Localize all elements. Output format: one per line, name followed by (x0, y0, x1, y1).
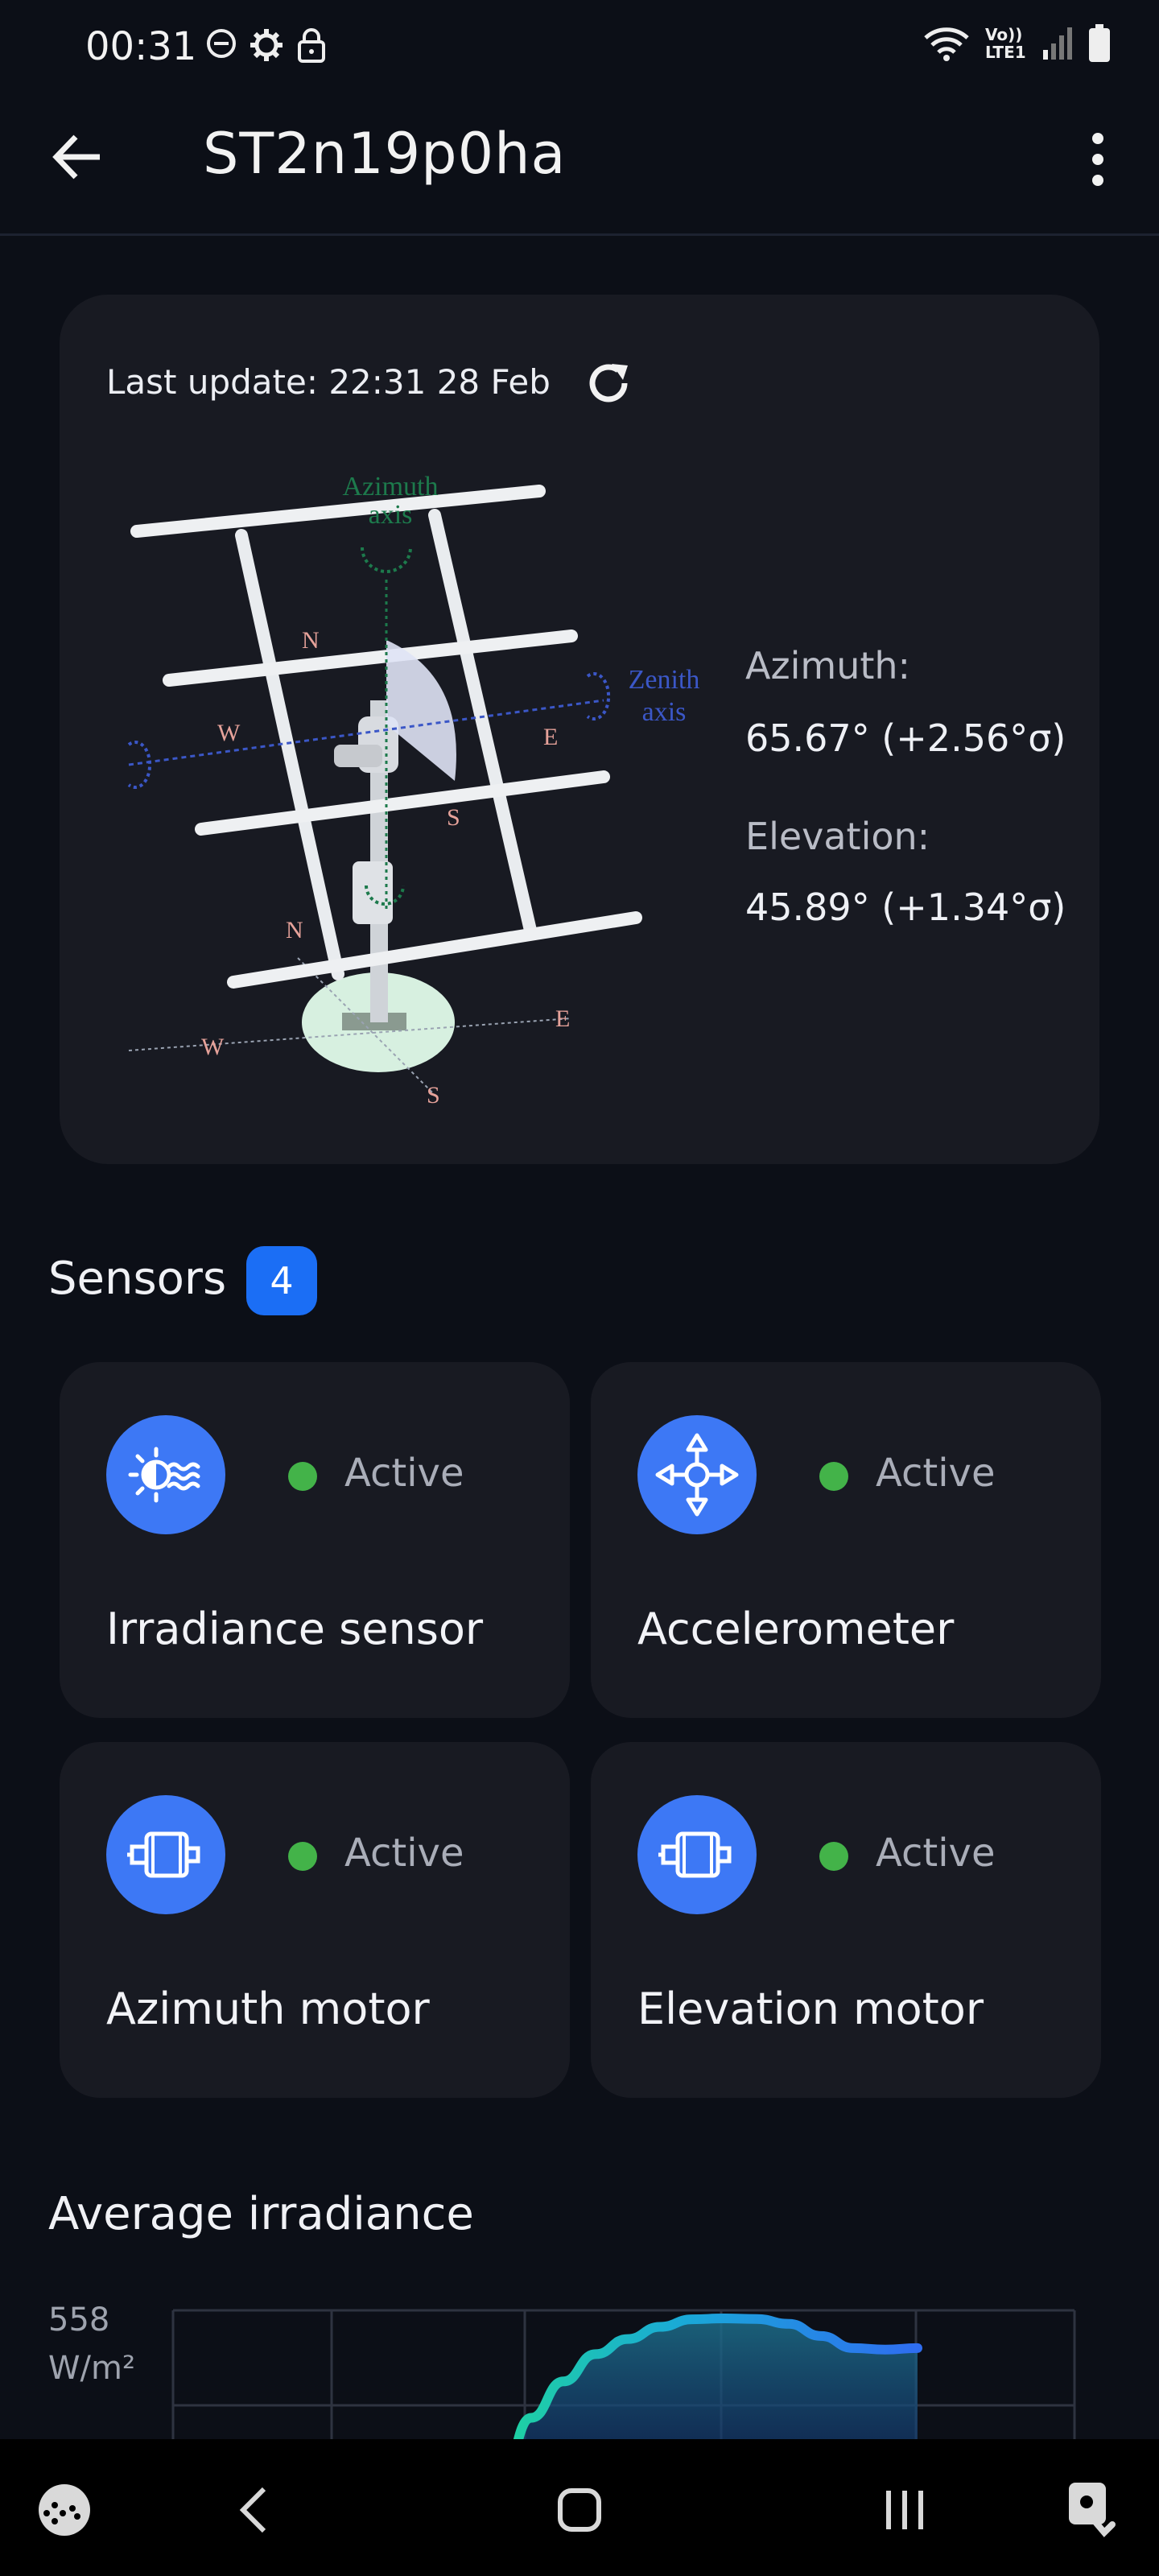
irradiance-title: Average irradiance (48, 2188, 474, 2240)
status-dot (288, 1462, 317, 1491)
status-icons-left (205, 27, 328, 63)
elevation-label: Elevation: (745, 815, 930, 858)
y-tick-unit: W/m² (48, 2350, 135, 2387)
nav-home-icon[interactable] (555, 2484, 604, 2536)
sensors-title: Sensors (48, 1253, 227, 1305)
status-time: 00:31 (85, 24, 197, 69)
back-arrow-icon[interactable] (50, 129, 106, 185)
irradiance-chart: 558 W/m² (48, 2301, 1076, 2439)
nav-recents-icon[interactable] (881, 2484, 929, 2536)
motor-icon (637, 1795, 757, 1914)
status-dot (819, 1462, 848, 1491)
lock-icon (298, 28, 325, 63)
motor-icon (106, 1795, 225, 1914)
azimuth-axis-label: Azimuth (343, 472, 439, 502)
more-options-icon[interactable] (1082, 129, 1114, 193)
zenith-axis-label-2: axis (642, 697, 687, 727)
zenith-axis-label: Zenith (629, 665, 700, 695)
sensor-card-irradiance[interactable]: Active Irradiance sensor (60, 1362, 570, 1718)
azimuth-axis-label-2: axis (369, 500, 413, 530)
azimuth-label: Azimuth: (745, 644, 911, 687)
network-label: Vo)) LTE1 (985, 25, 1026, 62)
y-tick-value: 558 (48, 2301, 109, 2339)
tracker-diagram: Azimuth axis Zenith axis N W E S N W E S (127, 472, 700, 1108)
compass-n-top: N (302, 627, 320, 654)
page-title: ST2n19p0ha (203, 121, 567, 187)
compass-n-bottom: N (286, 917, 303, 943)
signal-icon (1043, 27, 1072, 60)
refresh-icon[interactable] (584, 359, 634, 409)
compass-s-bottom: S (427, 1082, 440, 1108)
gear-icon (250, 29, 283, 61)
battery-icon (1089, 24, 1110, 62)
sensors-count-badge: 4 (246, 1246, 317, 1315)
accessibility-touch-icon[interactable] (1064, 2479, 1122, 2541)
status-dot (288, 1842, 317, 1871)
elevation-value: 45.89° (+1.34°σ) (745, 886, 1066, 929)
status-icons-right: Vo)) LTE1 (922, 24, 1111, 63)
compass-s-top: S (447, 804, 460, 831)
game-launcher-icon[interactable] (35, 2481, 93, 2539)
sensor-name: Elevation motor (637, 1984, 984, 2034)
sensor-name: Azimuth motor (106, 1984, 430, 2034)
compass-w-bottom: W (201, 1034, 225, 1060)
wifi-icon (924, 27, 969, 61)
sensor-card-elevation-motor[interactable]: Active Elevation motor (591, 1742, 1101, 2098)
accelerometer-icon (637, 1415, 757, 1534)
sensor-status: Active (876, 1831, 996, 1876)
status-dot (819, 1842, 848, 1871)
sensor-status: Active (344, 1831, 464, 1876)
sensor-name: Irradiance sensor (106, 1604, 484, 1654)
compass-e-top: E (543, 724, 558, 750)
nav-back-icon[interactable] (235, 2484, 272, 2536)
sensor-status: Active (344, 1451, 464, 1496)
sensor-card-accelerometer[interactable]: Active Accelerometer (591, 1362, 1101, 1718)
sensor-name: Accelerometer (637, 1604, 955, 1654)
sensor-status: Active (876, 1451, 996, 1496)
irradiance-icon (106, 1415, 225, 1534)
compass-w-top: W (217, 720, 241, 746)
last-update-text: Last update: 22:31 28 Feb (106, 362, 551, 402)
appbar-divider (0, 233, 1159, 236)
dnd-icon (207, 29, 236, 58)
sensor-card-azimuth-motor[interactable]: Active Azimuth motor (60, 1742, 570, 2098)
azimuth-value: 65.67° (+2.56°σ) (745, 716, 1066, 760)
compass-e-bottom: E (555, 1005, 570, 1032)
